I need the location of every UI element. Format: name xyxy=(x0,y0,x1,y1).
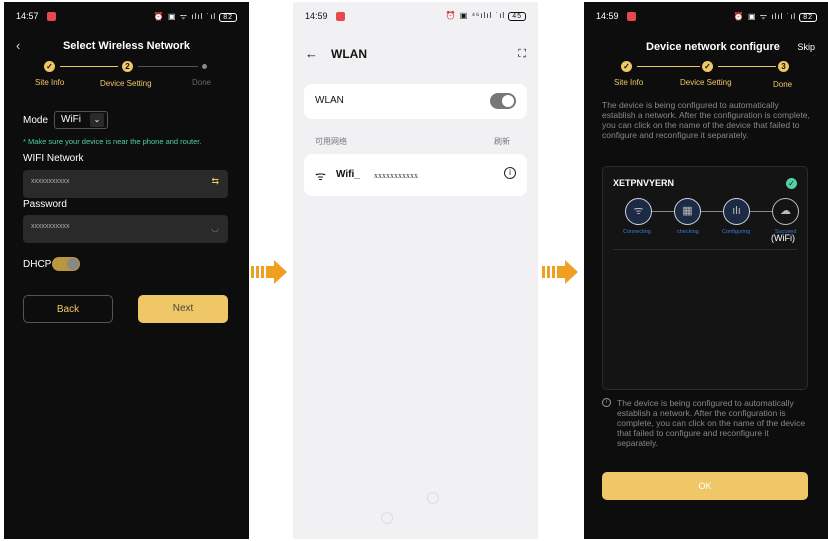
dhcp-toggle[interactable] xyxy=(52,257,80,271)
status-bar: 14:59 ⏰ ▣ ⁴⁶ılıl ˙ıl 45 xyxy=(293,2,538,30)
next-button[interactable]: Next xyxy=(138,295,228,323)
back-arrow-icon[interactable]: ← xyxy=(305,46,318,61)
step-3-pending-dot xyxy=(202,64,207,69)
step-connector xyxy=(718,66,776,67)
network-name: Wifi_ xyxy=(336,169,360,180)
top-bar: ← WLAN ⛶ xyxy=(305,46,526,66)
ghost-circle xyxy=(381,512,393,524)
mode-select[interactable]: WiFi ⌄ xyxy=(54,111,108,129)
info-icon: i xyxy=(602,398,611,407)
success-check-icon: ✓ xyxy=(786,178,797,189)
network-name-masked: xxxxxxxxxxx xyxy=(374,171,418,180)
wlan-label: WLAN xyxy=(315,95,344,106)
status-time: 14:59 xyxy=(596,11,619,21)
intro-text: The device is being configured to automa… xyxy=(602,100,810,140)
wifi-network-field[interactable]: xxxxxxxxxxx ⇆ xyxy=(23,170,228,198)
step-connector xyxy=(138,66,198,67)
page-title: Select Wireless Network xyxy=(62,40,191,52)
system-icons: ⏰ ▣ ᯤ ılıl ˙ıl 82 xyxy=(154,11,237,22)
device-panel: XETPNVYERN ✓ ᯤ ▦ ılı ☁ Connecting checki… xyxy=(602,166,808,390)
password-label: Password xyxy=(23,199,67,210)
wifi-tag: (WiFi) xyxy=(771,233,795,243)
system-icons: ⏰ ▣ ⁴⁶ılıl ˙ıl 45 xyxy=(446,11,526,21)
record-icon xyxy=(46,11,56,21)
progress-connector xyxy=(750,211,772,212)
step-label: Site Info xyxy=(614,78,644,87)
step-3-current: 3 xyxy=(778,61,789,72)
step-label: Done xyxy=(192,78,212,87)
password-value: xxxxxxxxxxx xyxy=(31,223,70,230)
chevron-down-icon: ⌄ xyxy=(90,113,104,127)
scan-icon[interactable]: ⛶ xyxy=(518,48,526,61)
record-icon xyxy=(335,11,345,21)
step-label: Device Setting xyxy=(100,79,152,88)
progress-label: Configuring xyxy=(722,229,751,235)
network-list-item[interactable]: ᯤ Wifi_ xxxxxxxxxxx i xyxy=(304,154,527,196)
step-label: Site Info xyxy=(35,78,65,87)
page-title: WLAN xyxy=(331,47,367,61)
skip-button[interactable]: Skip xyxy=(797,42,815,52)
step-label: Done xyxy=(773,80,793,89)
battery-icon: 82 xyxy=(799,12,817,22)
step-1-done-check-icon: ✓ xyxy=(621,61,632,72)
ok-button[interactable]: OK xyxy=(602,472,808,500)
note-text: The device is being configured to automa… xyxy=(617,398,806,448)
wifi-connecting-icon: ᯤ xyxy=(625,198,652,225)
status-bar: 14:57 ⏰ ▣ ᯤ ılıl ˙ıl 82 xyxy=(4,2,249,30)
mode-label: Mode xyxy=(23,115,49,126)
screen-wlan: 14:59 ⏰ ▣ ⁴⁶ılıl ˙ıl 45 ← WLAN ⛶ WLAN 可用网… xyxy=(293,2,538,539)
step-connector xyxy=(60,66,118,67)
status-time: 14:59 xyxy=(305,11,328,21)
wifi-network-value: xxxxxxxxxxx xyxy=(31,178,70,185)
flow-arrow-icon xyxy=(542,260,578,284)
wifi-signal-icon: ᯤ xyxy=(315,169,326,183)
progress-label: checking xyxy=(677,229,699,235)
page-title: Device network configure xyxy=(646,41,780,53)
available-networks-label: 可用网络 xyxy=(315,137,347,146)
device-name[interactable]: XETPNVYERN xyxy=(613,178,674,188)
router-icon: ılı xyxy=(723,198,750,225)
dhcp-label: DHCP xyxy=(23,259,52,270)
eye-closed-icon[interactable]: ◡ xyxy=(211,223,219,234)
screen-device-network-configure: 14:59 ⏰ ▣ ᯤ ılıl ˙ıl 82 Device network co… xyxy=(584,2,828,539)
refresh-link[interactable]: 刷新 xyxy=(494,136,510,147)
status-bar: 14:59 ⏰ ▣ ᯤ ılıl ˙ıl 82 xyxy=(584,2,828,30)
wlan-toggle-card: WLAN xyxy=(304,84,527,119)
status-time: 14:57 xyxy=(16,11,39,21)
progress-label: Connecting xyxy=(623,229,651,235)
info-icon[interactable]: i xyxy=(504,167,516,179)
back-button[interactable]: Back xyxy=(23,295,113,323)
swap-icon[interactable]: ⇆ xyxy=(211,176,219,187)
ghost-circle xyxy=(427,492,439,504)
hint-text: * Make sure your device is near the phon… xyxy=(23,137,202,146)
progress-connector xyxy=(701,211,723,212)
step-label: Device Setting xyxy=(680,78,732,87)
mode-value: WiFi xyxy=(61,114,81,125)
step-2-current: 2 xyxy=(122,61,133,72)
wifi-network-label: WIFI Network xyxy=(23,153,84,164)
record-icon xyxy=(626,11,636,21)
password-field[interactable]: xxxxxxxxxxx ◡ xyxy=(23,215,228,243)
step-2-done-check-icon: ✓ xyxy=(702,61,713,72)
checking-icon: ▦ xyxy=(674,198,701,225)
step-1-done-check-icon: ✓ xyxy=(44,61,55,72)
screen-select-wireless-network: 14:57 ⏰ ▣ ᯤ ılıl ˙ıl 82 ‹ Select Wireless… xyxy=(4,2,249,539)
flow-arrow-icon xyxy=(251,260,287,284)
step-connector xyxy=(637,66,700,67)
battery-icon: 82 xyxy=(219,12,237,22)
wlan-switch[interactable] xyxy=(490,93,516,109)
progress-connector xyxy=(652,211,674,212)
system-icons: ⏰ ▣ ᯤ ılıl ˙ıl 82 xyxy=(734,11,817,22)
battery-icon: 45 xyxy=(508,12,526,21)
cloud-icon: ☁ xyxy=(772,198,799,225)
divider xyxy=(613,249,797,250)
